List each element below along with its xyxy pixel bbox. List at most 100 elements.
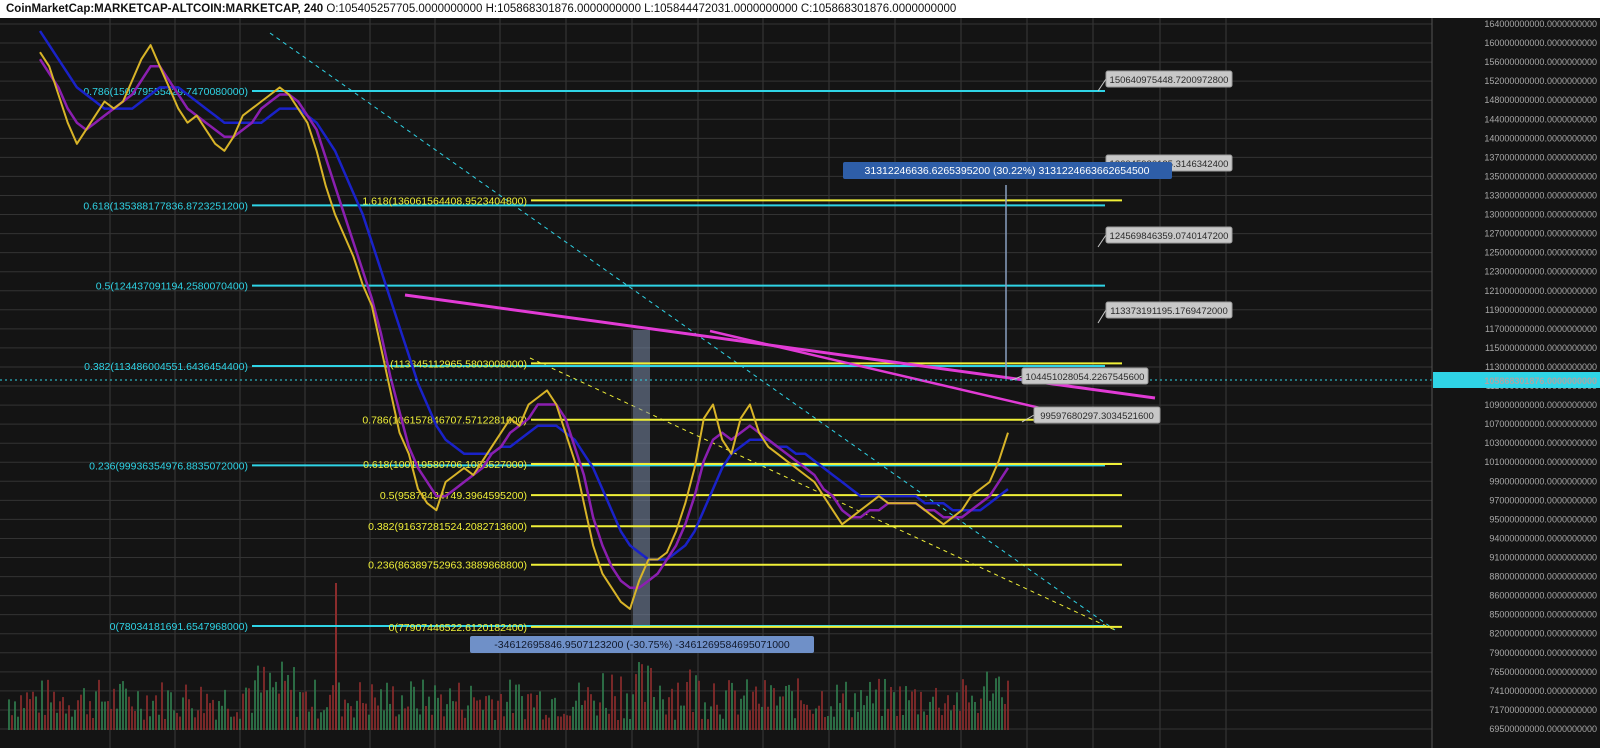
volume-bar: [710, 706, 712, 730]
volume-bar: [284, 680, 286, 730]
volume-bar: [731, 682, 733, 730]
callout-label: 104451028054.2267545600: [1026, 372, 1145, 383]
volume-bar: [593, 700, 595, 730]
y-tick-label: 95000000000.0000000000: [1489, 514, 1597, 524]
y-tick-label: 121000000000.0000000000: [1484, 286, 1597, 296]
volume-bar: [44, 714, 46, 730]
volume-bar: [671, 688, 673, 730]
volume-bar: [743, 695, 745, 730]
fib-cyan-level-label: 0.618(135388177836.8723251200): [83, 200, 248, 212]
price-tag-label: 105868301876.0000000000: [1484, 376, 1597, 386]
volume-bar: [524, 719, 526, 730]
y-tick-label: 133000000000.0000000000: [1484, 190, 1597, 200]
volume-bar: [26, 692, 28, 730]
volume-bar: [365, 703, 367, 730]
y-tick-label: 69500000000.0000000000: [1489, 724, 1597, 734]
volume-bar: [560, 716, 562, 730]
volume-bar: [263, 666, 265, 730]
volume-bar: [500, 693, 502, 730]
volume-bar: [59, 701, 61, 730]
volume-bar: [431, 714, 433, 730]
y-tick-label: 107000000000.0000000000: [1484, 419, 1597, 429]
volume-bar: [173, 710, 175, 730]
volume-bar: [665, 714, 667, 730]
volume-bar: [644, 701, 646, 730]
volume-bar: [449, 688, 451, 730]
volume-bar: [752, 691, 754, 730]
volume-bar: [569, 715, 571, 730]
volume-bar: [512, 712, 514, 730]
volume-bar: [647, 665, 649, 730]
volume-bar: [599, 702, 601, 730]
volume-bar: [980, 698, 982, 730]
volume-bar: [854, 693, 856, 730]
volume-bar: [527, 694, 529, 730]
volume-bar: [164, 718, 166, 730]
volume-bar: [50, 702, 52, 730]
volume-bar: [1001, 697, 1003, 730]
volume-bar: [287, 674, 289, 730]
volume-bar: [749, 710, 751, 730]
volume-bar: [923, 711, 925, 730]
volume-bar: [623, 718, 625, 730]
volume-bar: [317, 718, 319, 730]
volume-bar: [485, 696, 487, 730]
volume-bar: [137, 691, 139, 730]
volume-bar: [959, 710, 961, 730]
volume-bar: [440, 694, 442, 730]
volume-bar: [98, 679, 100, 730]
volume-bar: [662, 699, 664, 730]
volume-bar: [32, 691, 34, 730]
y-tick-label: 88000000000.0000000000: [1489, 572, 1597, 582]
volume-bar: [785, 685, 787, 730]
callout-label: 99597680297.3034521600: [1040, 411, 1154, 422]
volume-bar: [107, 701, 109, 730]
volume-bar: [425, 705, 427, 730]
volume-bar: [956, 692, 958, 730]
fib-yellow-level-label: 0.382(91637281524.2082713600): [368, 521, 527, 533]
volume-bar: [311, 706, 313, 730]
fib-cyan-level-label: 0.382(113486004551.6436454400): [84, 361, 248, 373]
volume-bar: [926, 714, 928, 730]
y-tick-label: 135000000000.0000000000: [1484, 171, 1597, 181]
y-tick-label: 148000000000.0000000000: [1484, 95, 1597, 105]
volume-bar: [533, 707, 535, 730]
volume-bar: [269, 672, 271, 730]
volume-bar: [629, 718, 631, 730]
volume-bar: [143, 719, 145, 730]
volume-bar: [635, 674, 637, 730]
volume-bar: [188, 699, 190, 730]
volume-bar: [770, 685, 772, 730]
volume-bar: [797, 678, 799, 730]
volume-bar: [896, 715, 898, 730]
y-tick-label: 117000000000.0000000000: [1485, 324, 1597, 334]
volume-bar: [827, 716, 829, 730]
y-tick-label: 99000000000.0000000000: [1489, 476, 1597, 486]
volume-bar: [305, 691, 307, 730]
volume-bar: [989, 700, 991, 730]
volume-bar: [545, 714, 547, 730]
volume-bar: [515, 684, 517, 730]
volume-bar: [521, 696, 523, 730]
volume-bar: [683, 705, 685, 730]
volume-bar: [80, 694, 82, 730]
volume-bar: [986, 671, 988, 730]
volume-bar: [953, 705, 955, 730]
volume-bar: [260, 692, 262, 730]
volume-bar: [650, 667, 652, 730]
y-tick-label: 127000000000.0000000000: [1484, 229, 1597, 239]
volume-bar: [824, 717, 826, 730]
volume-bar: [701, 718, 703, 730]
volume-bar: [491, 699, 493, 730]
price-chart[interactable]: 0.786(150979555429.7470080000)0.618(1353…: [0, 18, 1600, 748]
volume-bar: [68, 705, 70, 730]
volume-bar: [536, 694, 538, 730]
y-tick-label: 71700000000.0000000000: [1489, 705, 1597, 715]
volume-bar: [146, 695, 148, 730]
volume-bar: [608, 713, 610, 730]
volume-bar: [347, 703, 349, 730]
volume-bar: [200, 686, 202, 730]
volume-bar: [329, 694, 331, 730]
volume-bar: [95, 691, 97, 730]
volume-bar: [41, 680, 43, 730]
